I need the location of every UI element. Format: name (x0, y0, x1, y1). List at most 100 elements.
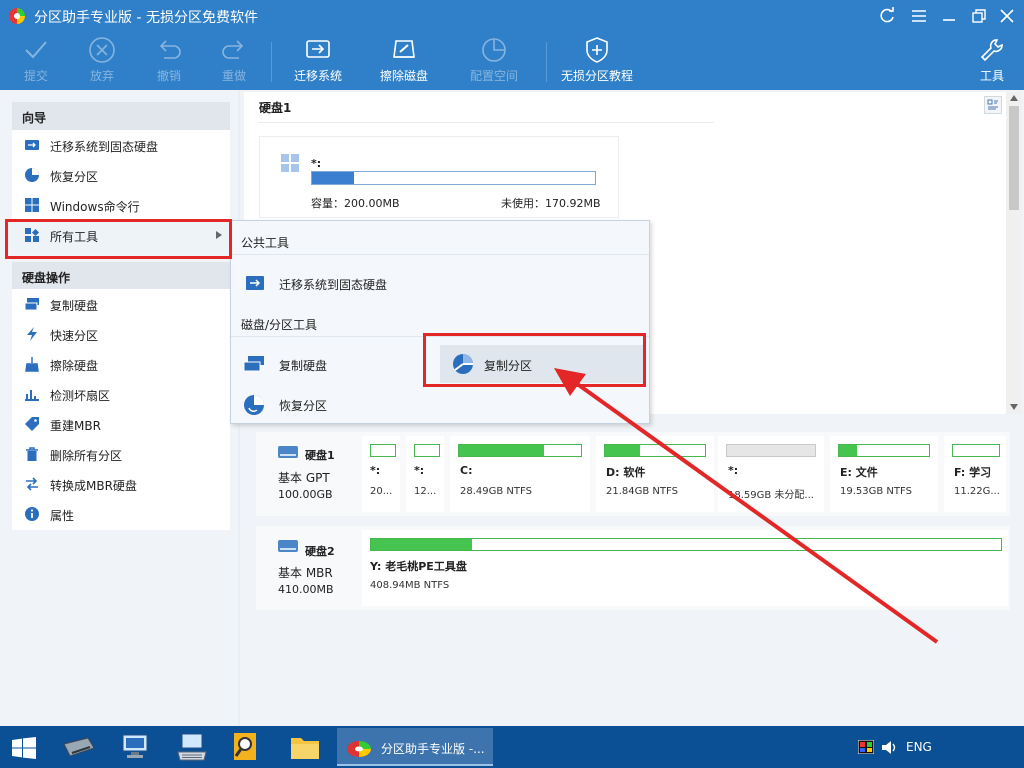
taskbar: 分区助手专业版 -... ENG (0, 726, 1024, 768)
refresh-icon[interactable] (876, 5, 898, 27)
sidebar-item-label: 迁移系统到固态硬盘 (50, 140, 159, 154)
taskbar-active-app-label: 分区助手专业版 -... (381, 742, 485, 756)
disk2-name: 硬盘2 (305, 545, 335, 558)
partition-name: C: (460, 464, 473, 477)
info-icon (25, 507, 39, 521)
redo-label: 重做 (221, 69, 246, 83)
allocate-space-button[interactable]: 配置空间 (464, 36, 524, 88)
allocate-space-label: 配置空间 (469, 69, 518, 83)
migrate-icon (246, 276, 264, 290)
copy-disk-icon (243, 356, 264, 372)
toolbar-separator (271, 42, 272, 82)
wizard-section-header: 向导 (12, 102, 230, 130)
redo-button[interactable]: 重做 (212, 36, 256, 88)
sidebar-item-label: 删除所有分区 (50, 449, 123, 463)
keyboard-computer-icon[interactable] (176, 732, 208, 762)
disk1-type: 基本 GPT (278, 471, 330, 485)
commit-button[interactable]: 提交 (14, 36, 58, 88)
tools-label: 工具 (979, 69, 1004, 83)
color-tray-icon[interactable] (858, 740, 874, 754)
partition-name: F: 学习 (954, 466, 992, 479)
partition-card[interactable]: *: 容量：200.00MB 未使用：170.92MB (259, 136, 619, 218)
partition-name: Y: 老毛桃PE工具盘 (370, 560, 467, 573)
partition-block[interactable]: *: 20... (362, 436, 400, 512)
sidebar-item-migrate-ssd[interactable]: 迁移系统到固态硬盘 (12, 130, 230, 160)
sidebar-item-delete-all[interactable]: 删除所有分区 (12, 439, 230, 469)
tools-button[interactable]: 工具 (972, 36, 1012, 88)
memory-chip-icon[interactable] (62, 736, 96, 758)
sidebar-item-rebuild-mbr[interactable]: 重建MBR (12, 409, 230, 439)
lightning-icon (27, 327, 37, 341)
partition-info: 12... (414, 486, 437, 497)
discard-button[interactable]: 放弃 (80, 36, 124, 88)
scroll-down-icon[interactable] (1010, 404, 1018, 410)
migrate-icon (306, 40, 330, 58)
partition-info: 11.22G... (954, 486, 1000, 497)
disk-partition-tools-label: 磁盘/分区工具 (241, 318, 318, 332)
menu-item-copy-disk[interactable]: 复制硬盘 (235, 345, 425, 383)
shield-plus-icon (586, 37, 608, 63)
view-toggle-icon[interactable] (984, 96, 1002, 114)
app-logo-icon (9, 8, 25, 24)
sidebar-item-windows-cmd[interactable]: Windows命令行 (12, 190, 230, 220)
check-icon (25, 41, 47, 59)
menu-item-recover-partition[interactable]: 恢复分区 (235, 385, 425, 423)
network-computer-icon[interactable] (120, 732, 150, 762)
wrench-icon (980, 39, 1003, 62)
sidebar-item-quick-partition[interactable]: 快速分区 (12, 319, 230, 349)
sidebar-item-copy-disk[interactable]: 复制硬盘 (12, 289, 230, 319)
hard-disk-icon (278, 540, 298, 552)
highlight-box-all-tools (5, 219, 232, 259)
sidebar-item-label: 擦除硬盘 (50, 359, 99, 373)
undo-icon (159, 40, 181, 59)
wipe-disk-button[interactable]: 擦除磁盘 (374, 36, 434, 88)
hard-disk-icon (278, 446, 298, 458)
divider (231, 254, 649, 255)
vertical-scrollbar[interactable] (1006, 92, 1022, 414)
partition-bar (952, 444, 1000, 457)
sidebar-item-label: 恢复分区 (50, 170, 99, 184)
red-arrow-annotation (554, 368, 939, 644)
sidebar-item-recover-partition[interactable]: 恢复分区 (12, 160, 230, 190)
folder-icon[interactable] (290, 734, 320, 760)
language-indicator[interactable]: ENG (906, 740, 932, 754)
partition-block[interactable]: *: 12... (406, 436, 444, 512)
scroll-up-icon[interactable] (1010, 95, 1018, 101)
trash-icon (26, 447, 38, 461)
sidebar-item-label: 复制硬盘 (50, 299, 99, 313)
title-bar: 分区助手专业版 - 无损分区免费软件 (0, 0, 1024, 32)
volume-icon[interactable] (881, 741, 897, 754)
sidebar-item-convert-mbr[interactable]: 转换成MBR硬盘 (12, 469, 230, 499)
disk-ops-section-header: 硬盘操作 (12, 262, 230, 290)
restore-icon[interactable] (968, 5, 990, 27)
partition-block[interactable]: F: 学习 11.22G... (944, 436, 1006, 512)
search-tool-icon[interactable] (232, 732, 260, 762)
partition-info: 28.49GB NTFS (460, 486, 532, 497)
windows-icon (281, 154, 299, 172)
toolbar-separator (546, 42, 547, 82)
windows-start-icon[interactable] (12, 737, 36, 759)
windows-icon (25, 198, 39, 212)
partition-name: *: (311, 157, 322, 170)
discard-label: 放弃 (89, 69, 114, 83)
scrollbar-thumb[interactable] (1009, 106, 1019, 210)
migrate-os-button[interactable]: 迁移系统 (288, 36, 348, 88)
menu-item-label: 迁移系统到固态硬盘 (279, 278, 388, 292)
minimize-icon[interactable] (938, 5, 960, 27)
copy-disk-icon (24, 298, 39, 311)
partition-bar-fill (371, 539, 472, 550)
menu-icon[interactable] (908, 5, 930, 27)
sidebar-item-wipe-disk[interactable]: 擦除硬盘 (12, 349, 230, 379)
commit-label: 提交 (23, 69, 48, 83)
close-icon[interactable] (996, 5, 1018, 27)
sidebar-item-properties[interactable]: 属性 (12, 499, 230, 529)
sidebar-item-bad-sector[interactable]: 检测坏扇区 (12, 379, 230, 409)
tutorial-button[interactable]: 无损分区教程 (557, 36, 637, 88)
tutorial-label: 无损分区教程 (560, 69, 633, 83)
wipe-disk-icon (393, 40, 415, 58)
taskbar-active-app[interactable]: 分区助手专业版 -... (337, 728, 493, 766)
partition-info: 20... (370, 486, 393, 497)
sidebar-item-label: 转换成MBR硬盘 (50, 479, 137, 493)
undo-button[interactable]: 撤销 (147, 36, 191, 88)
menu-item-migrate-ssd[interactable]: 迁移系统到固态硬盘 (235, 264, 455, 302)
